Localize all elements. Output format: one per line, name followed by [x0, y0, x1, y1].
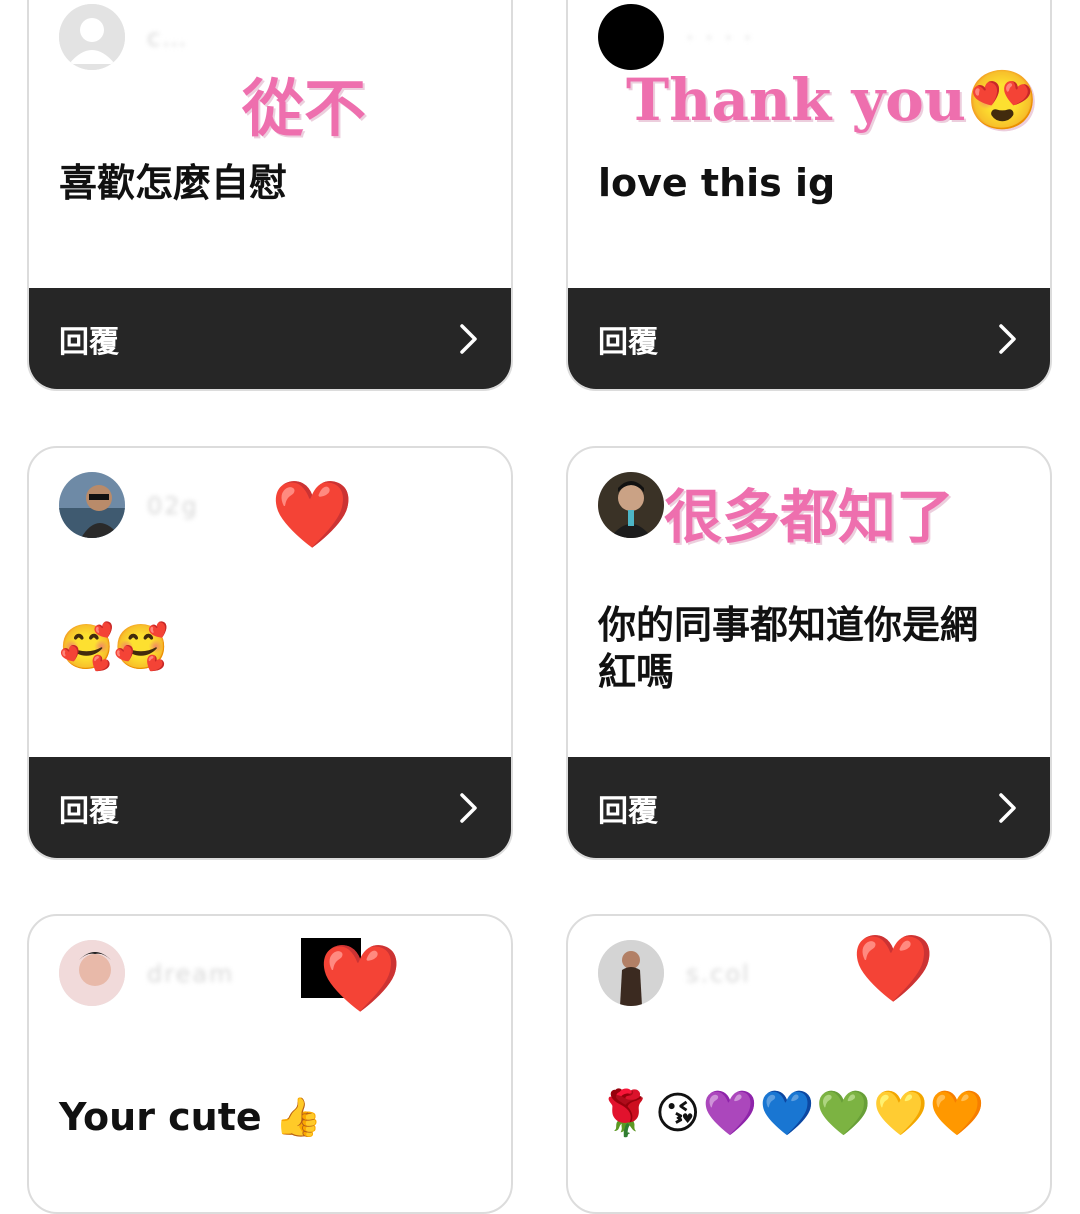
heart-sticker: ❤️: [319, 940, 402, 1017]
question-text: 你的同事都知道你是網紅嗎: [598, 603, 979, 694]
sticker-text: Thank you😍: [626, 66, 1039, 134]
avatar-default-icon: [59, 4, 125, 70]
avatar-icon: [598, 4, 664, 70]
heart-sticker: ❤️: [271, 476, 354, 553]
question-text: love this ig: [598, 161, 836, 205]
question-card-6[interactable]: s.col ❤️ 🌹😘💜💙💚💛🧡: [566, 914, 1052, 1214]
avatar-photo: [598, 472, 664, 538]
reply-label: 回覆: [59, 324, 119, 360]
chevron-right-icon: [460, 323, 477, 354]
username: c…: [147, 24, 189, 52]
reply-button[interactable]: 回覆: [29, 757, 511, 858]
username: dream: [147, 960, 235, 988]
question-text: 🌹😘💜💙💚💛🧡: [598, 1088, 987, 1139]
avatar-photo: [59, 940, 125, 1006]
reply-label: 回覆: [598, 793, 658, 829]
avatar-photo: [598, 940, 664, 1006]
question-text: 喜歡怎麼自慰: [59, 161, 288, 205]
reply-button[interactable]: 回覆: [29, 288, 511, 389]
username: 02g: [147, 492, 199, 520]
reply-label: 回覆: [59, 793, 119, 829]
sticker-text: 很多都知了: [664, 483, 955, 551]
chevron-right-icon: [460, 792, 477, 823]
question-card-3[interactable]: 02g ❤️ 🥰🥰 回覆: [27, 446, 513, 860]
username: · · · ·: [686, 24, 754, 52]
question-card-4[interactable]: 很多都知了 你的同事都知道你是網紅嗎 回覆: [566, 446, 1052, 860]
question-card-1[interactable]: c… 從不 喜歡怎麼自慰 回覆: [27, 0, 513, 391]
question-card-5[interactable]: dream ❤️ Your cute 👍: [27, 914, 513, 1214]
reply-label: 回覆: [598, 324, 658, 360]
question-text: Your cute 👍: [59, 1095, 323, 1139]
chevron-right-icon: [999, 323, 1016, 354]
question-text: 🥰🥰: [59, 622, 169, 673]
avatar-photo: [59, 472, 125, 538]
chevron-right-icon: [999, 792, 1016, 823]
heart-sticker: ❤️: [852, 930, 935, 1007]
reply-button[interactable]: 回覆: [568, 757, 1050, 858]
sticker-text: 從不: [242, 72, 367, 145]
username: s.col: [686, 960, 751, 988]
question-card-2[interactable]: · · · · Thank you😍 love this ig 回覆: [566, 0, 1052, 391]
reply-button[interactable]: 回覆: [568, 288, 1050, 389]
